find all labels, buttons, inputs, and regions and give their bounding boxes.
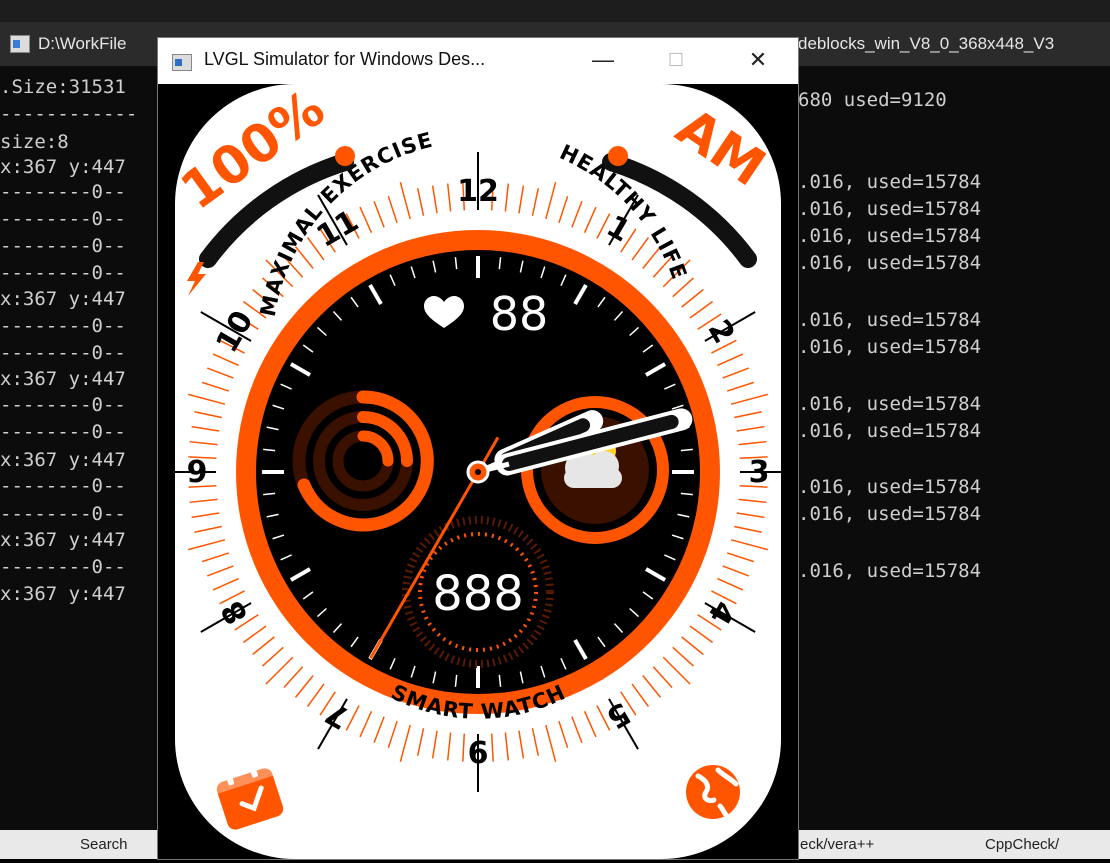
watch-face: MAXIMAL EXERCISE HEALTHY LIFE SMART WATC… [158, 79, 798, 859]
console-app-icon [10, 35, 30, 53]
console-line: .016, used=15784 [798, 336, 982, 358]
globe-icon[interactable] [686, 765, 740, 820]
console-title-left: D:\WorkFile [38, 34, 127, 53]
minimize-button[interactable]: — [573, 38, 633, 84]
hour-number: 6 [468, 736, 489, 771]
console-line: ------------ [0, 103, 138, 125]
console-line: --------0-- [0, 503, 126, 525]
console-line: .016, used=15784 [798, 198, 982, 220]
console-line: x:367 y:447 [0, 529, 126, 551]
watch-canvas[interactable]: MAXIMAL EXERCISE HEALTHY LIFE SMART WATC… [158, 79, 798, 859]
close-button[interactable]: ✕ [728, 38, 788, 84]
console-line: --------0-- [0, 235, 126, 257]
console-title-right: deblocks_win_V8_0_368x448_V3 [798, 34, 1055, 53]
console-line: .016, used=15784 [798, 393, 982, 415]
hour-number: 3 [749, 455, 770, 490]
console-line: --------0-- [0, 208, 126, 230]
taskbar-item-search[interactable]: Search [80, 834, 128, 856]
console-line: .Size:31531 [0, 76, 126, 98]
console-line: .016, used=15784 [798, 225, 982, 247]
console-line: x:367 y:447 [0, 288, 126, 310]
console-line: x:367 y:447 [0, 156, 126, 178]
console-line: --------0-- [0, 342, 126, 364]
console-line: --------0-- [0, 262, 126, 284]
console-line: --------0-- [0, 315, 126, 337]
console-line: .016, used=15784 [798, 503, 982, 525]
simulator-window[interactable]: LVGL Simulator for Windows Des... — ☐ ✕ … [158, 38, 798, 859]
console-line: .016, used=15784 [798, 420, 982, 442]
simulator-app-icon [172, 54, 192, 71]
console-line: x:367 y:447 [0, 368, 126, 390]
console-line: .016, used=15784 [798, 252, 982, 274]
console-line: --------0-- [0, 181, 126, 203]
battery-arc-knob [335, 146, 355, 166]
console-line: .016, used=15784 [798, 476, 982, 498]
desktop-top-strip [0, 0, 1110, 22]
steps-value: 888 [432, 566, 524, 622]
hour-number: 12 [457, 174, 499, 209]
console-line: x:367 y:447 [0, 583, 126, 605]
ampm-arc-knob [608, 146, 628, 166]
hour-number: 9 [187, 455, 208, 490]
center-pin [475, 469, 481, 475]
console-line: --------0-- [0, 556, 126, 578]
console-line: .016, used=15784 [798, 171, 982, 193]
taskbar-item-cppcheck[interactable]: CppCheck/ [985, 834, 1059, 856]
console-line: 680 used=9120 [798, 89, 947, 111]
simulator-title: LVGL Simulator for Windows Des... [204, 49, 486, 69]
console-line: --------0-- [0, 421, 126, 443]
console-line: .016, used=15784 [798, 560, 982, 582]
console-line: --------0-- [0, 394, 126, 416]
console-line: x:367 y:447 [0, 449, 126, 471]
console-line: --------0-- [0, 475, 126, 497]
taskbar-item-vera[interactable]: eck/vera++ [800, 834, 874, 856]
console-line: size:8 [0, 131, 69, 153]
simulator-title-bar[interactable]: LVGL Simulator for Windows Des... — ☐ ✕ [158, 38, 798, 84]
maximize-button[interactable]: ☐ [646, 38, 706, 84]
console-line: .016, used=15784 [798, 309, 982, 331]
heart-rate-value: 88 [490, 287, 549, 341]
